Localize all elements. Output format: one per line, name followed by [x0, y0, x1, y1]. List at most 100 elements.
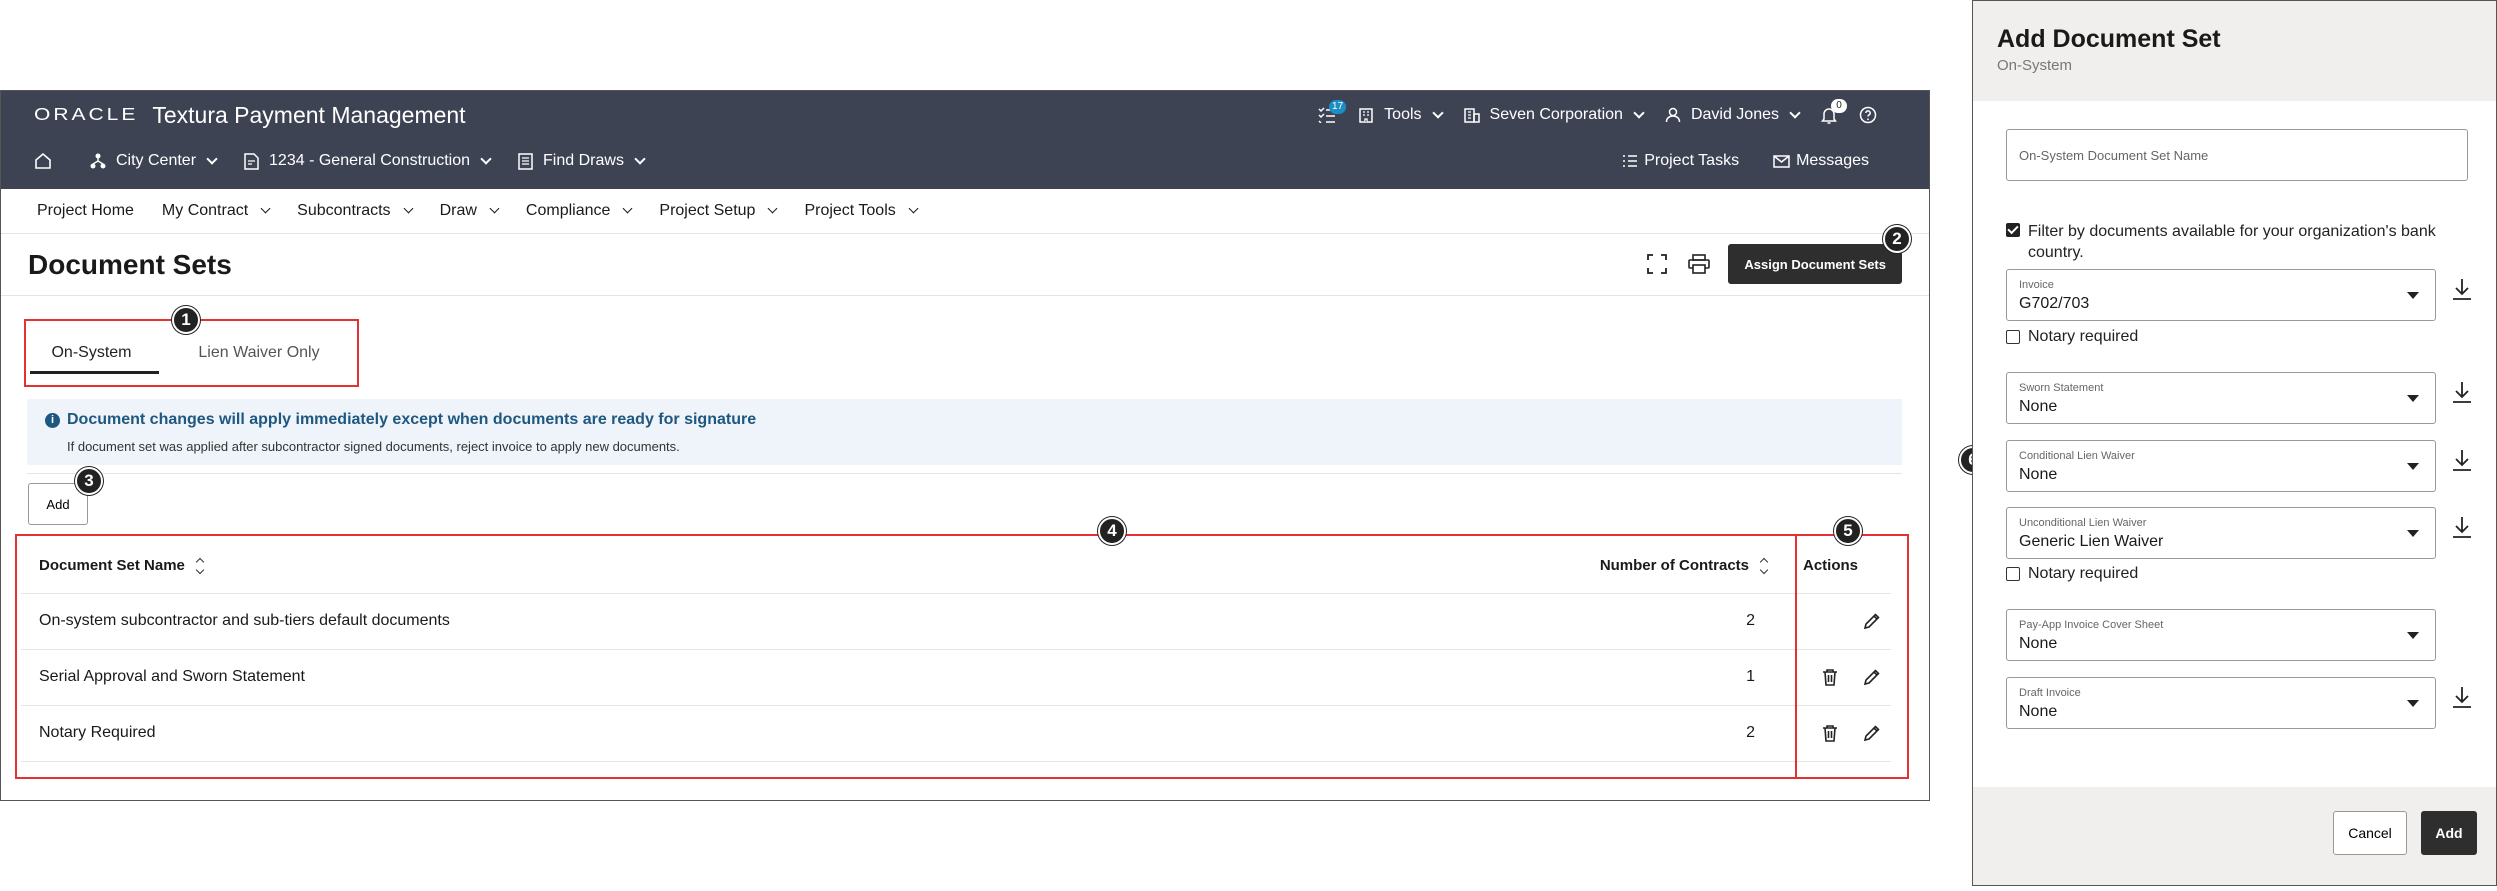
project-name: City Center: [116, 152, 197, 169]
invoice-notary-required-checkbox[interactable]: Notary required: [2006, 328, 2138, 346]
download-icon[interactable]: [2450, 448, 2474, 474]
callout-4: 4: [1098, 517, 1126, 545]
chevron-down-icon: [206, 152, 218, 165]
menu-compliance[interactable]: Compliance: [525, 202, 633, 220]
messages-link[interactable]: Messages: [1773, 152, 1869, 170]
download-icon[interactable]: [2450, 685, 2474, 711]
task-list-icon: [1623, 155, 1638, 167]
find-draws-menu[interactable]: Find Draws: [518, 152, 646, 170]
menu-label: Subcontracts: [297, 202, 391, 219]
edit-button[interactable]: [1859, 720, 1885, 746]
select-label: Draft Invoice: [2019, 687, 2081, 699]
page-actions: Assign Document Sets: [1644, 244, 1902, 284]
menu-my-contract[interactable]: My Contract: [161, 202, 271, 220]
table-header: Document Set Name Number of Contracts Ac…: [21, 539, 1891, 594]
delete-button[interactable]: [1817, 720, 1843, 746]
organization-menu[interactable]: Seven Corporation: [1463, 106, 1645, 124]
sort-icon: [1759, 557, 1769, 574]
download-icon[interactable]: [2450, 277, 2474, 303]
page-title: Document Sets: [28, 249, 232, 280]
task-count-badge: 17: [1329, 100, 1347, 114]
tools-menu[interactable]: Tools: [1358, 106, 1444, 124]
oracle-logo: ORACLE: [34, 104, 139, 125]
filter-bank-country-checkbox[interactable]: Filter by documents available for your o…: [2006, 221, 2466, 263]
download-icon[interactable]: [2450, 380, 2474, 406]
callout-2: 2: [1883, 225, 1911, 253]
building-icon: [1359, 108, 1373, 123]
user-menu[interactable]: David Jones: [1665, 106, 1801, 124]
chevron-down-icon: [1789, 106, 1801, 119]
download-icon[interactable]: [2450, 515, 2474, 541]
menu-project-setup[interactable]: Project Setup: [659, 202, 778, 220]
brand[interactable]: ORACLE Textura Payment Management: [34, 102, 466, 128]
document-set-name: On-system subcontractor and sub-tiers de…: [39, 612, 450, 629]
main-menu: Project Home My Contract Subcontracts Dr…: [1, 189, 1929, 234]
menu-label: Compliance: [525, 202, 611, 219]
contract-count: 1: [1746, 668, 1755, 685]
notary-required-label: Notary required: [2028, 565, 2139, 582]
divider: [27, 473, 1902, 474]
document-set-name-input[interactable]: [2007, 130, 2467, 180]
sort-icon: [195, 557, 205, 574]
menu-project-tools[interactable]: Project Tools: [804, 202, 919, 220]
find-draws-label: Find Draws: [543, 152, 624, 169]
delete-button[interactable]: [1817, 664, 1843, 690]
row-actions: [1817, 720, 1901, 746]
document-set-name-field[interactable]: [2006, 129, 2468, 181]
draft-invoice-select[interactable]: Draft Invoice None: [2006, 677, 2436, 729]
help-button[interactable]: [1859, 106, 1877, 124]
print-button[interactable]: [1686, 251, 1712, 277]
project-selector[interactable]: City Center: [90, 152, 218, 170]
callout-3: 3: [75, 467, 103, 495]
unconditional-lien-waiver-select[interactable]: Unconditional Lien Waiver Generic Lien W…: [2006, 507, 2436, 559]
pencil-icon: [1863, 613, 1880, 630]
help-icon: [1859, 106, 1877, 124]
chevron-down-icon: [260, 203, 271, 214]
contract-document-icon: [244, 152, 259, 170]
invoice-select[interactable]: Invoice G702/703: [2006, 269, 2436, 321]
contract-name: 1234 - General Construction: [269, 152, 471, 169]
printer-icon: [1688, 254, 1711, 274]
tab-on-system[interactable]: On-System: [24, 319, 159, 387]
column-header-contracts[interactable]: Number of Contracts: [1600, 557, 1769, 574]
select-value: None: [2019, 703, 2058, 720]
project-tasks-link[interactable]: Project Tasks: [1622, 152, 1739, 170]
edit-button[interactable]: [1859, 608, 1885, 634]
caret-down-icon: [2407, 530, 2419, 537]
menu-label: My Contract: [161, 202, 249, 219]
assign-document-sets-button[interactable]: Assign Document Sets: [1728, 244, 1902, 284]
lien-waiver-notary-required-checkbox[interactable]: Notary required: [2006, 565, 2138, 583]
callout-1: 1: [172, 306, 200, 334]
envelope-icon: [1773, 154, 1790, 168]
home-icon: [35, 152, 51, 169]
add-button[interactable]: Add: [2421, 811, 2477, 855]
menu-draw[interactable]: Draw: [440, 202, 500, 220]
conditional-lien-waiver-select[interactable]: Conditional Lien Waiver None: [2006, 440, 2436, 492]
add-document-set-drawer: Add Document Set On-System Filter by doc…: [1972, 0, 2497, 886]
menu-project-home[interactable]: Project Home: [37, 202, 134, 220]
column-header-name[interactable]: Document Set Name: [39, 557, 205, 574]
drawer-header: Add Document Set On-System: [1973, 1, 2496, 101]
sworn-statement-select[interactable]: Sworn Statement None: [2006, 372, 2436, 424]
task-list-button[interactable]: 17: [1318, 100, 1347, 123]
home-button[interactable]: [34, 152, 62, 170]
column-label: Document Set Name: [39, 557, 185, 574]
user-icon: [1665, 107, 1681, 123]
pay-app-invoice-cover-sheet-select[interactable]: Pay-App Invoice Cover Sheet None: [2006, 609, 2436, 661]
table-row: Serial Approval and Sworn Statement 1: [21, 650, 1891, 706]
caret-down-icon: [2407, 632, 2419, 639]
menu-subcontracts[interactable]: Subcontracts: [297, 202, 414, 220]
contract-selector[interactable]: 1234 - General Construction: [244, 152, 492, 170]
fullscreen-button[interactable]: [1644, 251, 1670, 277]
notary-required-label: Notary required: [2028, 328, 2139, 345]
chevron-down-icon: [480, 152, 492, 165]
chevron-down-icon: [634, 152, 646, 165]
chevron-down-icon: [768, 203, 778, 214]
edit-button[interactable]: [1859, 664, 1885, 690]
info-banner: i Document changes will apply immediatel…: [27, 399, 1902, 465]
notification-count-badge: 0: [1831, 99, 1847, 113]
trash-icon: [1823, 725, 1837, 742]
notifications-button[interactable]: 0: [1821, 99, 1847, 124]
info-title: Document changes will apply immediately …: [67, 411, 757, 428]
cancel-button[interactable]: Cancel: [2333, 811, 2407, 855]
